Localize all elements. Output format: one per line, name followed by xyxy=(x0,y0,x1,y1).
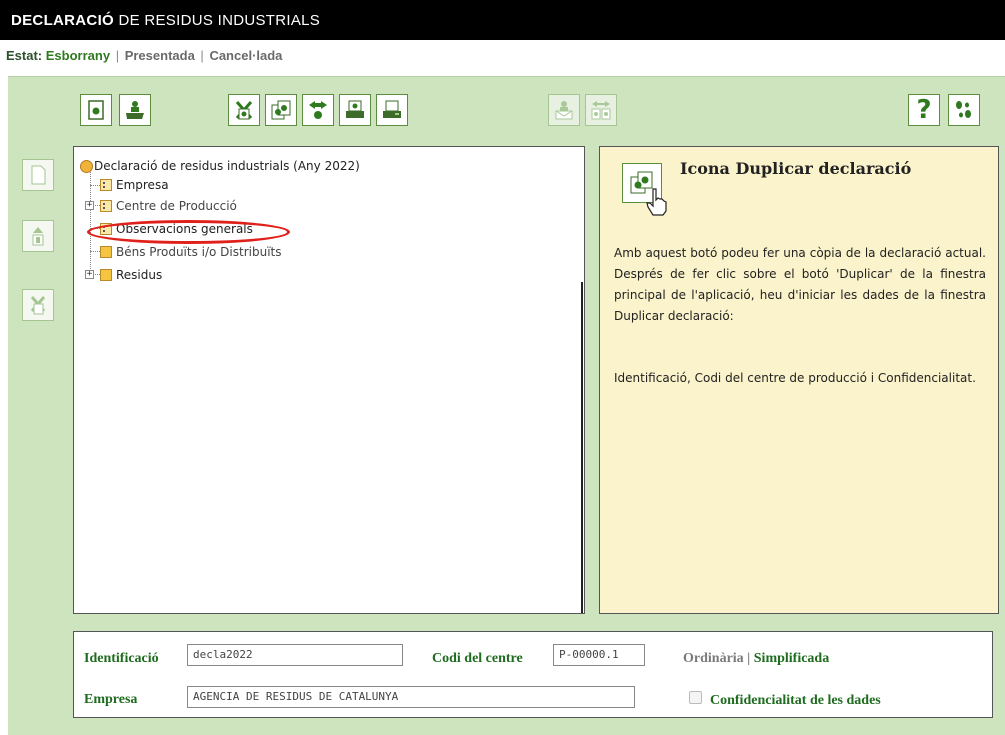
duplicate-icon xyxy=(271,100,291,120)
compare-button[interactable] xyxy=(585,94,617,126)
identification-label: Identificació xyxy=(84,651,159,666)
hand-cursor-icon xyxy=(646,188,667,216)
tree-item-bens[interactable]: Béns Produïts i/o Distribuïts xyxy=(116,244,282,260)
delete-icon xyxy=(235,101,253,120)
status-draft: Esborrany xyxy=(45,48,111,63)
company-input[interactable]: AGENCIA DE RESIDUS DE CATALUNYA xyxy=(187,686,635,708)
delete-declaration-button[interactable] xyxy=(228,94,260,126)
declaration-form: Identificació decla2022 Codi del centre … xyxy=(73,631,993,718)
new-declaration-icon xyxy=(88,100,104,120)
confidentiality-checkbox[interactable] xyxy=(689,691,702,704)
tree-item-empresa[interactable]: Empresa xyxy=(116,177,169,193)
print-icon xyxy=(383,100,401,118)
company-label: Empresa xyxy=(84,692,138,707)
duplicate-declaration-button[interactable] xyxy=(265,94,297,126)
compare-icon xyxy=(591,101,611,120)
tree-item-centre[interactable]: Centre de Producció xyxy=(116,198,237,214)
centre-code-label: Codi del centre xyxy=(432,651,523,666)
help-paragraph-1: Amb aquest botó podeu fer una còpia de l… xyxy=(614,246,986,323)
help-icon: ? xyxy=(916,95,932,125)
type-simplified[interactable]: Simplificada xyxy=(754,651,829,666)
transfer-button[interactable] xyxy=(302,94,334,126)
folder-node-icon xyxy=(100,269,112,281)
expand-centre-icon[interactable]: + xyxy=(85,201,94,210)
side-new-item-button[interactable] xyxy=(22,159,54,191)
delete-item-icon xyxy=(30,296,46,315)
root-node-icon xyxy=(80,160,93,173)
document-node-icon xyxy=(100,200,112,212)
type-ordinary[interactable]: Ordinària xyxy=(683,651,744,666)
open-declaration-button[interactable] xyxy=(119,94,151,126)
new-declaration-button[interactable] xyxy=(80,94,112,126)
help-title: Icona Duplicar declaració xyxy=(680,159,912,178)
tree-root[interactable]: Declaració de residus industrials (Any 2… xyxy=(94,158,360,174)
app-title: DECLARACIÓ DE RESIDUS INDUSTRIALS xyxy=(11,12,321,29)
highlight-annotation xyxy=(87,220,290,244)
document-icon xyxy=(31,165,46,185)
side-move-up-button[interactable] xyxy=(22,220,54,252)
steps-button[interactable] xyxy=(948,94,980,126)
move-up-icon xyxy=(32,227,44,246)
declaration-type: Ordinària | Simplificada xyxy=(683,651,830,666)
document-node-icon xyxy=(100,179,112,191)
help-paragraph-2: Identificació, Codi del centre de produc… xyxy=(614,371,976,385)
send-mail-icon xyxy=(555,101,573,120)
open-folder-icon xyxy=(126,101,144,119)
print-preview-button[interactable] xyxy=(339,94,371,126)
help-button[interactable]: ? xyxy=(908,94,940,126)
status-cancelled: Cancel·lada xyxy=(209,48,283,63)
side-delete-button[interactable] xyxy=(22,289,54,321)
print-preview-icon xyxy=(346,100,364,118)
expand-residus-icon[interactable]: + xyxy=(85,270,94,279)
status-bar: Estat: Esborrany | Presentada | Cancel·l… xyxy=(0,40,1005,68)
folder-node-icon xyxy=(100,246,112,258)
transfer-icon xyxy=(309,101,327,119)
print-button[interactable] xyxy=(376,94,408,126)
status-submitted: Presentada xyxy=(124,48,195,63)
confidentiality-label: Confidencialitat de les dades xyxy=(710,693,881,708)
tree-scrollbar[interactable] xyxy=(581,282,583,613)
send-mail-button[interactable] xyxy=(548,94,580,126)
centre-code-input[interactable]: P-00000.1 xyxy=(553,644,645,666)
tree-connector xyxy=(90,172,91,277)
status-label: Estat: xyxy=(6,48,43,63)
identification-input[interactable]: decla2022 xyxy=(187,644,403,666)
tree-item-residus[interactable]: Residus xyxy=(116,267,162,283)
app-title-bar: DECLARACIÓ DE RESIDUS INDUSTRIALS xyxy=(0,0,1005,40)
steps-icon xyxy=(956,101,971,118)
help-panel: Icona Duplicar declaració Amb aquest bot… xyxy=(599,146,999,614)
declaration-tree-panel: Declaració de residus industrials (Any 2… xyxy=(73,146,585,614)
